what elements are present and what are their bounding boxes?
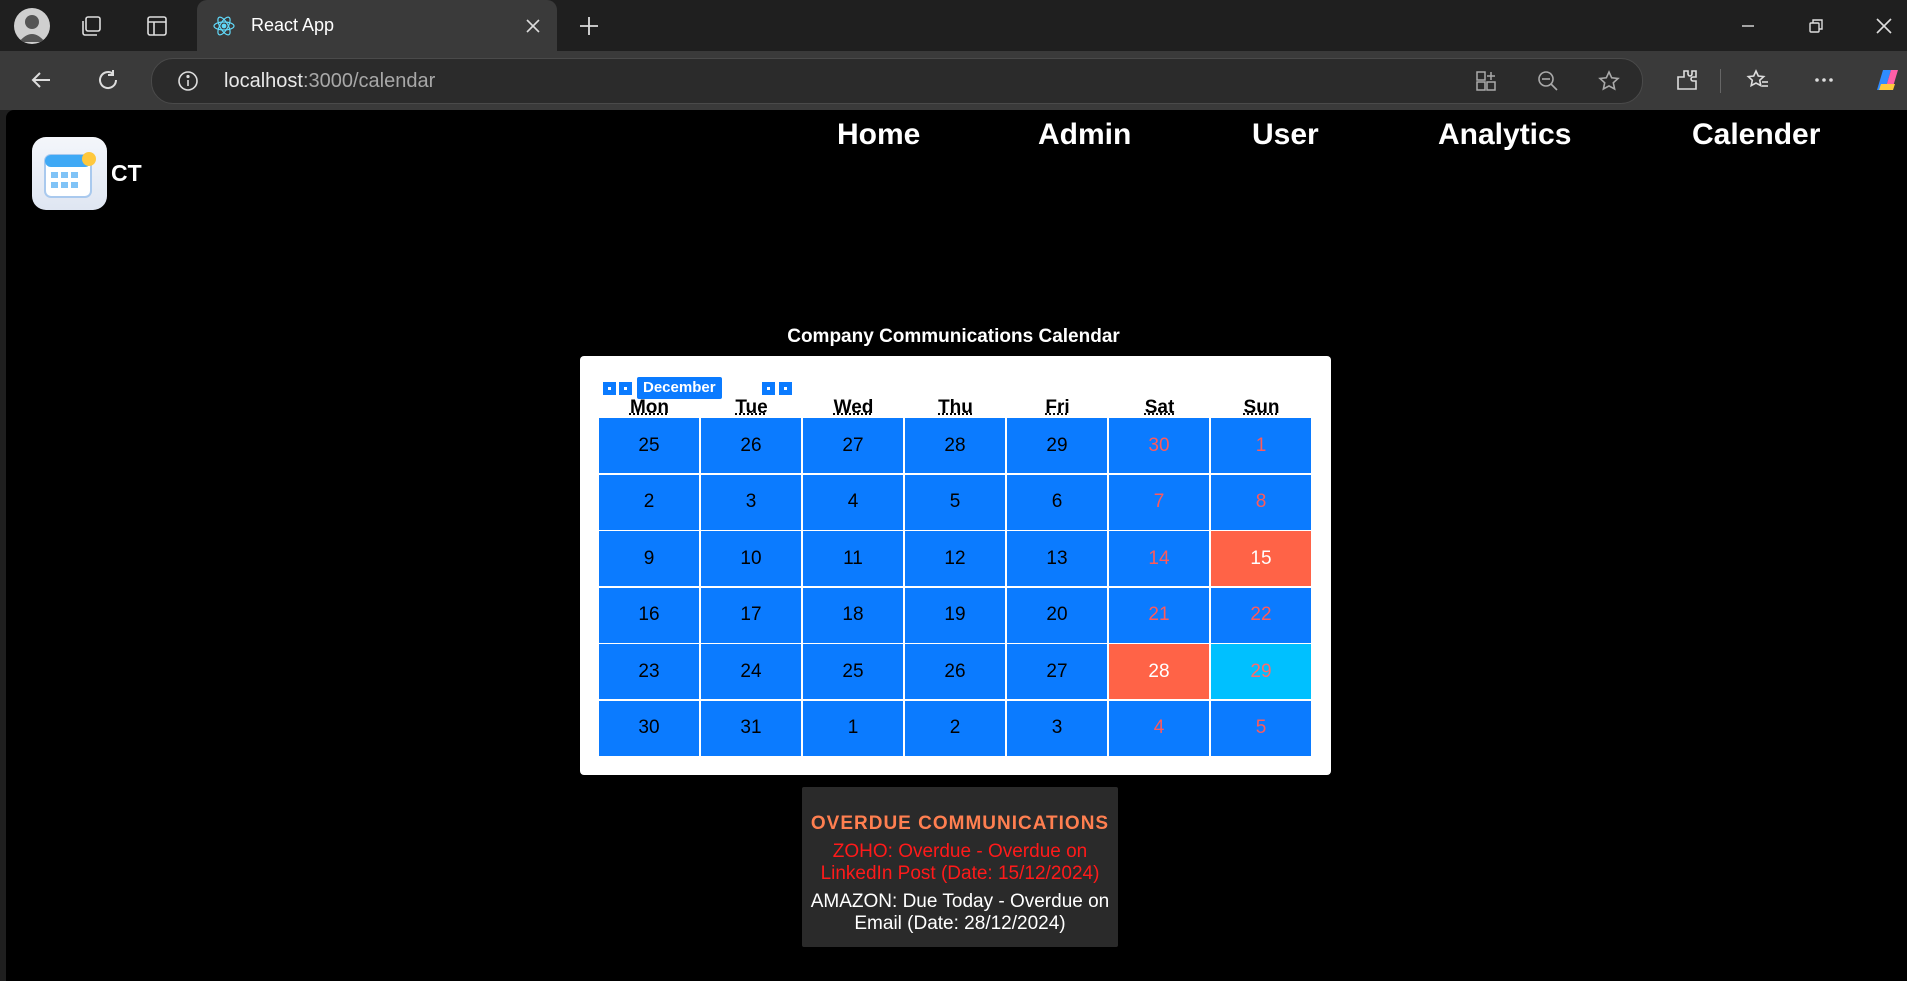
overdue-title: OVERDUE COMMUNICATIONS (810, 813, 1110, 834)
calendar-day-cell[interactable]: 22 (1211, 587, 1311, 643)
nav-analytics[interactable]: Analytics (1438, 118, 1571, 152)
brand-text: CT (111, 160, 142, 186)
calendar-day-cell[interactable]: 9 (599, 531, 699, 586)
nav-home[interactable]: Home (837, 118, 920, 152)
refresh-icon[interactable] (93, 65, 123, 95)
minimize-icon[interactable] (1730, 8, 1766, 44)
next-year-button[interactable] (779, 382, 792, 395)
restore-icon[interactable] (1798, 8, 1834, 44)
calendar-day-cell[interactable]: 8 (1211, 474, 1311, 530)
url-text: localhost:3000/calendar (224, 70, 435, 93)
calendar-logo-icon[interactable] (32, 137, 107, 210)
calendar-day-cell[interactable]: 3 (1007, 700, 1107, 756)
calendar-day-cell[interactable]: 16 (599, 587, 699, 643)
profile-avatar-icon[interactable] (14, 8, 50, 44)
calendar-day-cell[interactable]: 4 (1109, 700, 1209, 756)
extensions-icon[interactable] (1672, 65, 1702, 95)
more-options-icon[interactable] (1809, 65, 1839, 95)
calendar-day-cell[interactable]: 12 (905, 531, 1005, 586)
calendar-day-cell[interactable]: 1 (1211, 418, 1311, 473)
calendar-day-cell[interactable]: 13 (1007, 531, 1107, 586)
calendar-day-cell[interactable]: 10 (701, 531, 801, 586)
tab-title: React App (251, 15, 335, 35)
calendar-day-cell[interactable]: 27 (803, 418, 903, 473)
back-icon[interactable] (26, 65, 56, 95)
zoom-out-icon[interactable] (1536, 69, 1560, 93)
calendar-day-cell[interactable]: 17 (701, 587, 801, 643)
calendar-day-cell[interactable]: 27 (1007, 644, 1107, 699)
weekday-tue: Tue (735, 397, 768, 418)
nav-admin[interactable]: Admin (1038, 118, 1131, 152)
overdue-communications-panel: OVERDUE COMMUNICATIONS ZOHO: Overdue - O… (802, 787, 1118, 947)
calendar-day-cell[interactable]: 2 (599, 474, 699, 530)
calendar-title: Company Communications Calendar (787, 326, 1120, 347)
calendar-day-cell[interactable]: 25 (599, 418, 699, 473)
calendar-day-cell[interactable]: 21 (1109, 587, 1209, 643)
weekday-wed: Wed (833, 397, 874, 418)
tab-react-app[interactable]: React App (197, 0, 557, 51)
weekday-mon: Mon (629, 397, 670, 418)
site-info-icon[interactable] (176, 69, 200, 93)
new-tab-icon[interactable] (575, 12, 603, 40)
url-path: :3000/calendar (302, 70, 436, 92)
prev-month-button[interactable] (619, 382, 632, 395)
calendar-day-cell[interactable]: 28 (905, 418, 1005, 473)
calendar-day-cell[interactable]: 4 (803, 474, 903, 530)
react-logo-icon (211, 13, 237, 39)
calendar-day-cell[interactable]: 6 (1007, 474, 1107, 530)
calendar-day-cell[interactable]: 31 (701, 700, 801, 756)
calendar-day-cell[interactable]: 20 (1007, 587, 1107, 643)
url-host: localhost (224, 70, 303, 92)
calendar-day-cell[interactable]: 3 (701, 474, 801, 530)
weekday-sat: Sat (1144, 397, 1175, 418)
toolbar-divider (1720, 69, 1721, 93)
calendar-day-cell[interactable]: 18 (803, 587, 903, 643)
weekday-sun: Sun (1243, 397, 1280, 418)
calendar-day-cell[interactable]: 1 (803, 700, 903, 756)
close-window-icon[interactable] (1866, 8, 1902, 44)
calendar-day-cell[interactable]: 14 (1109, 531, 1209, 586)
calendar-widget: December 2024 Mon Tue Wed Thu Fri Sat Sun 25 26… (580, 356, 1331, 775)
copilot-icon[interactable] (1870, 63, 1904, 97)
calendar-day-cell[interactable]: 30 (599, 700, 699, 756)
calendar-day-cell[interactable]: 5 (905, 474, 1005, 530)
calendar-day-cell[interactable]: 29 (1007, 418, 1107, 473)
next-month-button[interactable] (762, 382, 775, 395)
calendar-day-cell[interactable]: 26 (905, 644, 1005, 699)
overdue-item: ZOHO: Overdue - Overdue on LinkedIn Post… (820, 841, 1100, 884)
workspaces-icon[interactable] (78, 12, 106, 40)
nav-calender[interactable]: Calender (1692, 118, 1820, 152)
calendar-day-cell[interactable]: 7 (1109, 474, 1209, 530)
overdue-list: ZOHO: Overdue - Overdue on LinkedIn Post… (802, 841, 1118, 935)
calendar-day-cell[interactable]: 26 (701, 418, 801, 473)
calendar-day-cell[interactable]: 24 (701, 644, 801, 699)
calendar-day-cell[interactable]: 15 (1211, 531, 1311, 586)
address-bar[interactable]: localhost:3000/calendar (151, 58, 1643, 104)
month-label[interactable]: December 2024 (637, 377, 722, 418)
vertical-tabs-icon[interactable] (143, 12, 171, 40)
calendar-day-cell[interactable]: 23 (599, 644, 699, 699)
calendar-day-cell[interactable]: 25 (803, 644, 903, 699)
calendar-day-cell[interactable]: 5 (1211, 700, 1311, 756)
browser-toolbar: localhost:3000/calendar (0, 51, 1907, 110)
overdue-item: AMAZON: Due Today - Overdue on Email (Da… (810, 891, 1110, 934)
calendar-day-cell[interactable]: 30 (1109, 418, 1209, 473)
calendar-day-cell[interactable]: 28 (1109, 644, 1209, 699)
calendar-day-cell[interactable]: 11 (803, 531, 903, 586)
close-tab-icon[interactable] (519, 12, 547, 40)
calendar-day-cell[interactable]: 2 (905, 700, 1005, 756)
nav-user[interactable]: User (1252, 118, 1319, 152)
weekday-thu: Thu (938, 397, 973, 418)
calendar-day-cell[interactable]: 29 (1211, 644, 1311, 699)
prev-year-button[interactable] (603, 382, 616, 395)
calendar-day-cell[interactable]: 19 (905, 587, 1005, 643)
browser-tab-bar: React App (0, 0, 1907, 51)
favorites-icon[interactable] (1743, 65, 1773, 95)
weekday-fri: Fri (1045, 397, 1070, 418)
app-available-icon[interactable] (1474, 69, 1498, 93)
favorite-star-icon[interactable] (1597, 69, 1621, 93)
